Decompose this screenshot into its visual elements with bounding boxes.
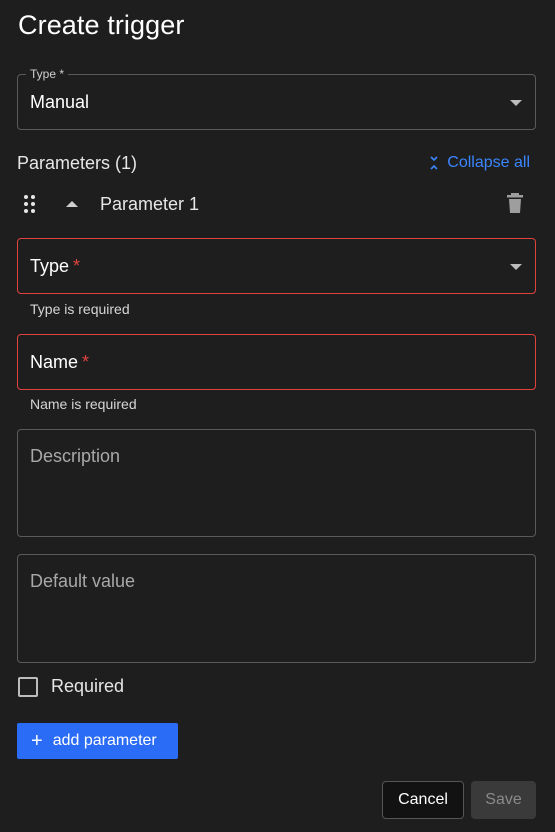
required-checkbox[interactable] (18, 676, 38, 697)
collapse-all-button[interactable]: Collapse all (429, 154, 530, 172)
chevron-down-icon (510, 264, 522, 270)
default-value-placeholder: Default value (30, 571, 136, 591)
trigger-type-select[interactable]: Type * Manual (17, 67, 536, 130)
description-placeholder: Description (30, 446, 121, 466)
type-error-text: Type is required (30, 301, 130, 317)
add-parameter-button[interactable]: + add parameter (17, 723, 178, 759)
cancel-button[interactable]: Cancel (382, 781, 464, 819)
parameter-row: Parameter 1 (17, 186, 536, 222)
parameter-name-field[interactable]: Name * (17, 334, 536, 390)
description-field[interactable]: Description (17, 429, 536, 537)
parameter-type-select[interactable]: Type * (17, 238, 536, 294)
name-error-text: Name is required (30, 396, 137, 412)
add-parameter-label: add parameter (52, 732, 157, 749)
parameter-name-label: Name * (30, 352, 90, 372)
parameters-header: Parameters (1) (17, 153, 138, 173)
required-label: Required (51, 676, 125, 696)
delete-icon[interactable] (506, 192, 524, 214)
trigger-type-label: Type * (26, 67, 69, 81)
required-checkbox-row[interactable]: Required (18, 676, 124, 697)
parameter-name: Parameter 1 (100, 194, 200, 214)
dialog-title: Create trigger (18, 10, 185, 40)
save-button[interactable]: Save (471, 781, 536, 819)
trigger-type-value: Manual (30, 92, 90, 112)
default-value-field[interactable]: Default value (17, 554, 536, 663)
chevron-down-icon (510, 100, 522, 106)
parameter-type-label: Type * (30, 256, 81, 276)
collapse-icon (430, 156, 438, 170)
plus-icon: + (31, 730, 43, 752)
drag-handle-icon[interactable] (24, 195, 38, 213)
collapse-all-label: Collapse all (447, 154, 530, 171)
caret-up-icon[interactable] (66, 201, 78, 207)
create-trigger-dialog: Create trigger Type * Manual Parameters … (0, 0, 555, 832)
